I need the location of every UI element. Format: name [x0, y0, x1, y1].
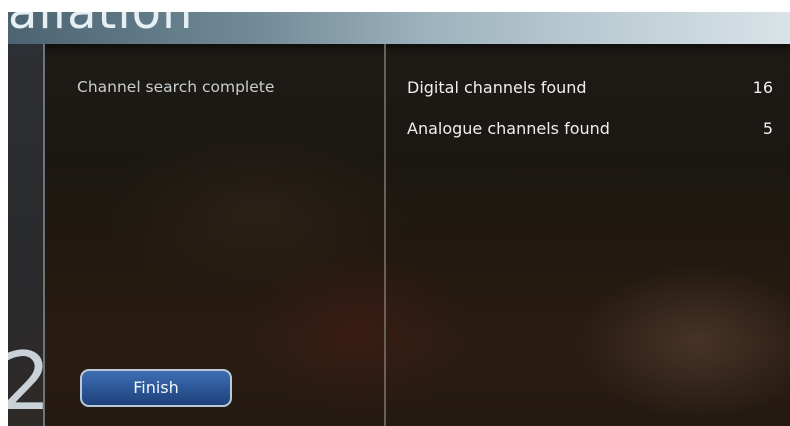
digital-channels-label: Digital channels found: [407, 78, 587, 97]
digital-channels-count: 16: [752, 78, 773, 97]
header-band: allation: [8, 12, 790, 44]
analogue-channels-count: 5: [762, 119, 773, 138]
status-message: Channel search complete: [77, 78, 275, 96]
column-divider-middle: [384, 44, 386, 426]
finish-button[interactable]: Finish: [80, 369, 232, 407]
analogue-channels-label: Analogue channels found: [407, 119, 610, 138]
result-row-digital: Digital channels found 16: [407, 78, 777, 102]
step-number: 2: [8, 335, 51, 426]
tv-screen: allation 2 Channel search complete Digit…: [8, 12, 790, 426]
page-title: allation: [8, 12, 194, 40]
result-row-analogue: Analogue channels found 5: [407, 119, 777, 143]
